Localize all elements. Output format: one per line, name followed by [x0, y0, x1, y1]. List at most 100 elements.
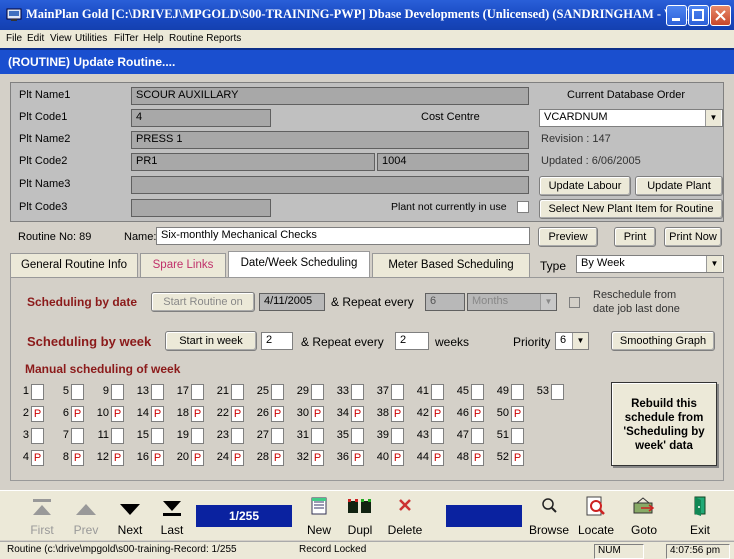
week-box-38[interactable]: P — [391, 406, 404, 422]
rebuild-schedule-button[interactable]: Rebuild this schedule from 'Scheduling b… — [611, 382, 717, 466]
week-box-28[interactable]: P — [271, 450, 284, 466]
minimize-button[interactable] — [666, 5, 687, 26]
menu-help[interactable]: Help — [143, 33, 164, 44]
menu-routine-reports[interactable]: Routine Reports — [169, 33, 241, 44]
week-box-18[interactable]: P — [191, 406, 204, 422]
start-week-input[interactable]: 2 — [261, 332, 293, 350]
week-box-42[interactable]: P — [431, 406, 444, 422]
not-in-use-checkbox[interactable] — [517, 201, 529, 213]
update-plant-button[interactable]: Update Plant — [635, 176, 723, 196]
week-box-2[interactable]: P — [31, 406, 44, 422]
plt-code3-field[interactable] — [131, 199, 271, 217]
week-box-25[interactable] — [271, 384, 284, 400]
week-box-48[interactable]: P — [471, 450, 484, 466]
plt-code2-field[interactable]: PR1 — [131, 153, 375, 171]
maximize-button[interactable] — [688, 5, 709, 26]
week-box-41[interactable] — [431, 384, 444, 400]
start-date-field[interactable]: 4/11/2005 — [259, 293, 325, 311]
tab-general-routine-info[interactable]: General Routine Info — [10, 253, 138, 277]
smoothing-graph-button[interactable]: Smoothing Graph — [611, 331, 715, 351]
week-box-32[interactable]: P — [311, 450, 324, 466]
menu-utilities[interactable]: Utilities — [75, 33, 107, 44]
preview-button[interactable]: Preview — [538, 227, 598, 247]
week-box-40[interactable]: P — [391, 450, 404, 466]
week-box-33[interactable] — [351, 384, 364, 400]
next-button[interactable]: Next — [110, 495, 150, 537]
week-box-26[interactable]: P — [271, 406, 284, 422]
print-button[interactable]: Print — [614, 227, 656, 247]
week-box-14[interactable]: P — [151, 406, 164, 422]
week-box-1[interactable] — [31, 384, 44, 400]
chevron-down-icon[interactable]: ▼ — [705, 110, 721, 126]
start-routine-on-button[interactable]: Start Routine on — [151, 292, 255, 312]
week-box-30[interactable]: P — [311, 406, 324, 422]
week-box-47[interactable] — [471, 428, 484, 444]
date-repeat-field[interactable]: 6 — [425, 293, 465, 311]
type-select[interactable]: By Week — [576, 255, 724, 273]
week-box-27[interactable] — [271, 428, 284, 444]
week-repeat-input[interactable]: 2 — [395, 332, 429, 350]
week-box-49[interactable] — [511, 384, 524, 400]
week-box-12[interactable]: P — [111, 450, 124, 466]
week-box-10[interactable]: P — [111, 406, 124, 422]
delete-button[interactable]: Delete — [382, 495, 428, 537]
menu-file[interactable]: File — [6, 33, 22, 44]
week-box-15[interactable] — [151, 428, 164, 444]
week-box-36[interactable]: P — [351, 450, 364, 466]
week-box-39[interactable] — [391, 428, 404, 444]
plt-name3-field[interactable] — [131, 176, 529, 194]
tab-spare-links[interactable]: Spare Links — [140, 253, 226, 277]
menu-filter[interactable]: FilTer — [114, 33, 138, 44]
week-box-17[interactable] — [191, 384, 204, 400]
plt-name1-field[interactable]: SCOUR AUXILLARY — [131, 87, 529, 105]
week-box-7[interactable] — [71, 428, 84, 444]
start-in-week-button[interactable]: Start in week — [165, 331, 257, 351]
week-box-31[interactable] — [311, 428, 324, 444]
week-box-19[interactable] — [191, 428, 204, 444]
reschedule-checkbox[interactable] — [569, 297, 580, 308]
locate-button[interactable]: Locate — [574, 495, 618, 537]
week-box-43[interactable] — [431, 428, 444, 444]
routine-name-input[interactable]: Six-monthly Mechanical Checks — [156, 227, 530, 245]
week-box-11[interactable] — [111, 428, 124, 444]
week-box-16[interactable]: P — [151, 450, 164, 466]
plt-name2-field[interactable]: PRESS 1 — [131, 131, 529, 149]
tab-meter-based-scheduling[interactable]: Meter Based Scheduling — [372, 253, 530, 277]
week-box-20[interactable]: P — [191, 450, 204, 466]
week-box-22[interactable]: P — [231, 406, 244, 422]
db-order-select[interactable]: VCARDNUM — [539, 109, 723, 127]
menu-view[interactable]: View — [50, 33, 72, 44]
week-box-8[interactable]: P — [71, 450, 84, 466]
week-box-21[interactable] — [231, 384, 244, 400]
unit-chevron-down-icon[interactable]: ▼ — [540, 294, 556, 310]
week-box-50[interactable]: P — [511, 406, 524, 422]
first-button[interactable]: First — [22, 495, 62, 537]
goto-button[interactable]: Goto — [626, 495, 662, 537]
duplicate-button[interactable]: Dupl — [340, 495, 380, 537]
week-box-34[interactable]: P — [351, 406, 364, 422]
week-box-5[interactable] — [71, 384, 84, 400]
close-button[interactable] — [710, 5, 731, 26]
priority-chevron-down-icon[interactable]: ▼ — [572, 333, 588, 349]
week-box-37[interactable] — [391, 384, 404, 400]
week-box-53[interactable] — [551, 384, 564, 400]
exit-button[interactable]: Exit — [684, 495, 716, 537]
plt-code1-field[interactable]: 4 — [131, 109, 271, 127]
week-box-24[interactable]: P — [231, 450, 244, 466]
browse-button[interactable]: Browse — [526, 495, 572, 537]
week-box-23[interactable] — [231, 428, 244, 444]
tab-date-week-scheduling[interactable]: Date/Week Scheduling — [228, 251, 370, 277]
week-box-4[interactable]: P — [31, 450, 44, 466]
week-box-3[interactable] — [31, 428, 44, 444]
week-box-6[interactable]: P — [71, 406, 84, 422]
week-box-51[interactable] — [511, 428, 524, 444]
week-box-29[interactable] — [311, 384, 324, 400]
menu-edit[interactable]: Edit — [27, 33, 44, 44]
week-box-9[interactable] — [111, 384, 124, 400]
week-box-35[interactable] — [351, 428, 364, 444]
week-box-45[interactable] — [471, 384, 484, 400]
select-new-plant-button[interactable]: Select New Plant Item for Routine — [539, 199, 723, 219]
new-button[interactable]: New — [302, 495, 336, 537]
week-box-13[interactable] — [151, 384, 164, 400]
last-button[interactable]: Last — [152, 495, 192, 537]
